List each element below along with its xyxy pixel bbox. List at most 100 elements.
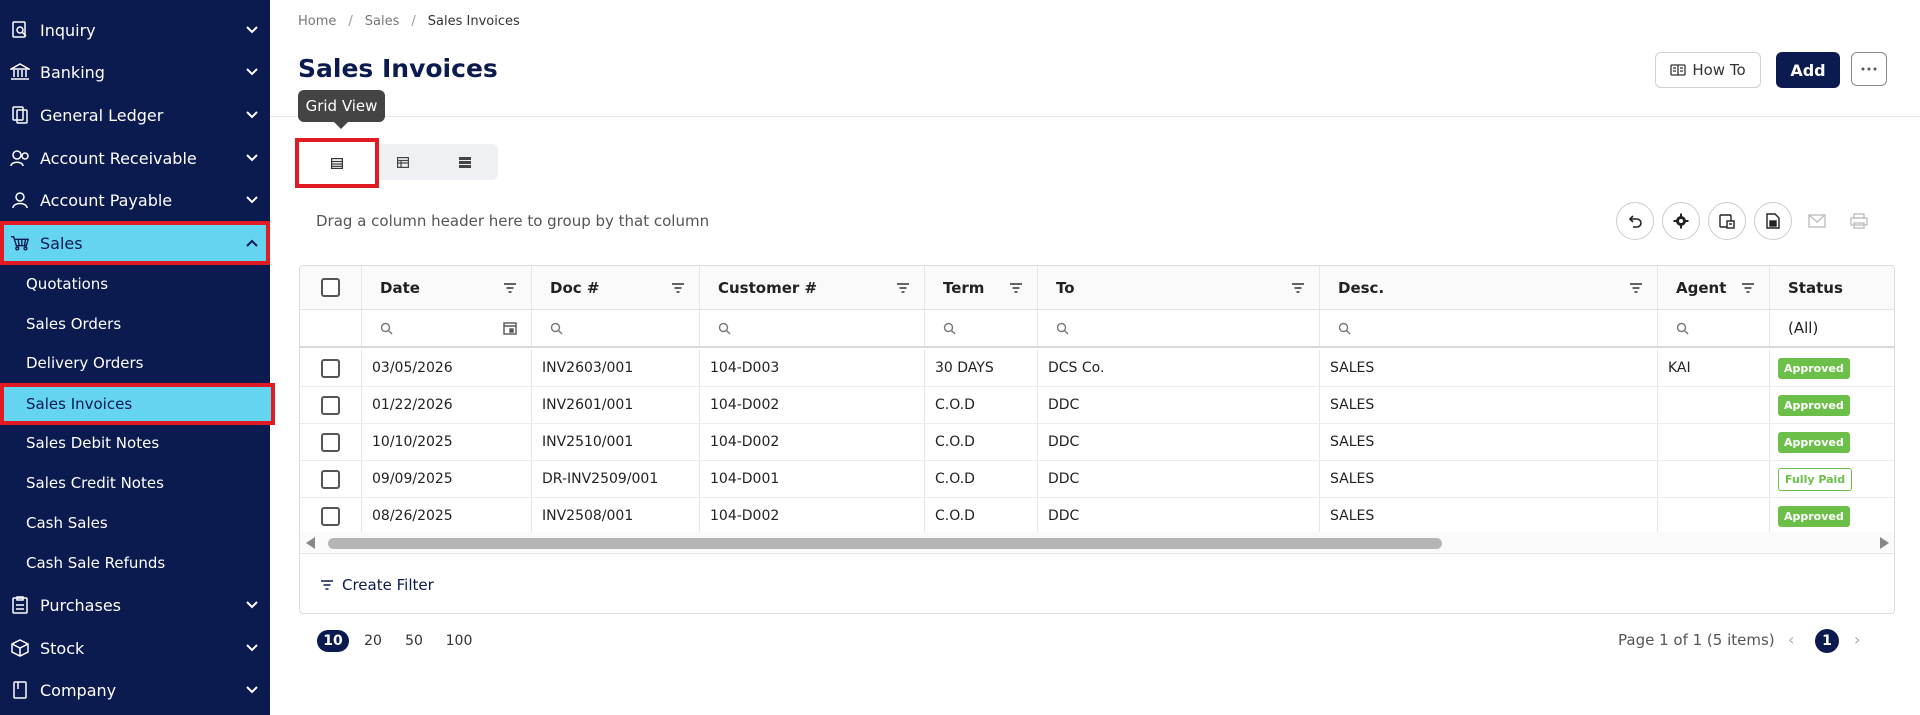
sidebar-item-inquiry[interactable]: Inquiry [0, 10, 270, 50]
column-header-date[interactable]: Date [362, 266, 532, 309]
sidebar-subitem-cash-sales[interactable]: Cash Sales [0, 505, 270, 541]
filter-icon[interactable] [671, 282, 685, 293]
table-row[interactable]: 09/09/2025 DR-INV2509/001 104-D001 C.O.D… [300, 461, 1894, 498]
row-checkbox[interactable] [321, 432, 340, 452]
table-row[interactable]: 03/05/2026 INV2603/001 104-D003 30 DAYS … [300, 350, 1894, 387]
page-size-50[interactable]: 50 [403, 630, 425, 652]
next-page-button[interactable]: › [1854, 630, 1860, 649]
reset-layout-button[interactable] [1616, 202, 1654, 240]
sidebar-item-stock[interactable]: Stock [0, 628, 270, 668]
email-button[interactable] [1806, 210, 1828, 232]
sidebar-item-purchases[interactable]: Purchases [0, 585, 270, 625]
filter-cell-customer[interactable] [700, 310, 925, 346]
row-checkbox[interactable] [321, 506, 340, 526]
cell-doc-link[interactable]: INV2601/001 [532, 387, 700, 423]
scrollbar-thumb[interactable] [328, 538, 1442, 549]
cell-customer: 104-D003 [700, 350, 925, 386]
cart-icon [10, 233, 30, 253]
filter-cell-doc[interactable] [532, 310, 700, 346]
filter-cell-desc[interactable] [1320, 310, 1658, 346]
sidebar-subitem-sales-credit-notes[interactable]: Sales Credit Notes [0, 465, 270, 501]
add-button[interactable]: Add [1776, 52, 1840, 88]
cell-to: DDC [1038, 387, 1320, 423]
chevron-down-icon [242, 644, 262, 652]
column-header-doc[interactable]: Doc # [532, 266, 700, 309]
column-header-desc[interactable]: Desc. [1320, 266, 1658, 309]
cell-desc: SALES [1320, 498, 1658, 534]
cell-customer: 104-D001 [700, 461, 925, 497]
filter-icon[interactable] [1741, 282, 1755, 293]
calendar-icon[interactable] [503, 321, 517, 335]
page-number-1[interactable]: 1 [1815, 629, 1839, 653]
sidebar-item-sales[interactable]: Sales [0, 221, 270, 265]
prev-page-button[interactable]: ‹ [1788, 630, 1794, 649]
sidebar-item-company[interactable]: Company [0, 670, 270, 710]
breadcrumb-home[interactable]: Home [298, 14, 336, 29]
cell-status: Approved [1770, 498, 1894, 534]
sidebar-item-banking[interactable]: Banking [0, 52, 270, 92]
cell-to: DCS Co. [1038, 350, 1320, 386]
print-button[interactable] [1848, 210, 1870, 232]
page-size-20[interactable]: 20 [362, 630, 384, 652]
sidebar-item-account-payable[interactable]: Account Payable [0, 180, 270, 220]
export-pdf-button[interactable] [1754, 202, 1792, 240]
chevron-down-icon [242, 686, 262, 694]
table-row[interactable]: 08/26/2025 INV2508/001 104-D002 C.O.D DD… [300, 498, 1894, 535]
breadcrumb-sales[interactable]: Sales [365, 14, 400, 29]
column-header-status[interactable]: Status [1770, 266, 1894, 309]
sidebar-subitem-cash-sale-refunds[interactable]: Cash Sale Refunds [0, 545, 270, 581]
search-icon [943, 322, 956, 335]
filter-icon[interactable] [1009, 282, 1023, 293]
column-header-customer[interactable]: Customer # [700, 266, 925, 309]
column-header-term[interactable]: Term [925, 266, 1038, 309]
filter-cell-date[interactable] [362, 310, 532, 346]
scroll-left-arrow[interactable] [306, 537, 315, 549]
filter-cell-term[interactable] [925, 310, 1038, 346]
select-all-checkbox[interactable] [321, 278, 340, 297]
scroll-right-arrow[interactable] [1880, 537, 1889, 549]
sidebar-subitem-quotations[interactable]: Quotations [0, 266, 270, 302]
table-view-button[interactable] [372, 144, 434, 180]
column-header-agent[interactable]: Agent [1658, 266, 1770, 309]
grid-settings-button[interactable] [1662, 202, 1700, 240]
sidebar-item-general-ledger[interactable]: General Ledger [0, 95, 270, 135]
cell-date: 08/26/2025 [362, 498, 532, 534]
sidebar-subitem-delivery-orders[interactable]: Delivery Orders [0, 345, 270, 381]
cell-doc-link[interactable]: INV2510/001 [532, 424, 700, 460]
list-view-button[interactable] [434, 144, 496, 180]
cell-desc: SALES [1320, 350, 1658, 386]
column-header-label: To [1056, 278, 1075, 297]
sidebar-subitem-sales-orders[interactable]: Sales Orders [0, 306, 270, 342]
how-to-button[interactable]: How To [1655, 52, 1761, 88]
bank-icon [10, 62, 30, 82]
status-filter-select[interactable]: (All) [1770, 310, 1894, 346]
sidebar-subitem-sales-debit-notes[interactable]: Sales Debit Notes [0, 425, 270, 461]
row-checkbox[interactable] [321, 358, 340, 378]
grid-view-button[interactable] [295, 138, 379, 188]
filter-cell-to[interactable] [1038, 310, 1320, 346]
horizontal-scrollbar[interactable] [300, 532, 1894, 552]
cell-desc: SALES [1320, 461, 1658, 497]
create-filter-button[interactable]: Create Filter [300, 553, 1894, 613]
file-export-icon [1766, 213, 1780, 229]
filter-icon[interactable] [1629, 282, 1643, 293]
filter-icon[interactable] [1291, 282, 1305, 293]
cell-doc-link[interactable]: INV2603/001 [532, 350, 700, 386]
filter-icon[interactable] [503, 282, 517, 293]
table-row[interactable]: 01/22/2026 INV2601/001 104-D002 C.O.D DD… [300, 387, 1894, 424]
cell-doc-link[interactable]: INV2508/001 [532, 498, 700, 534]
table-row[interactable]: 10/10/2025 INV2510/001 104-D002 C.O.D DD… [300, 424, 1894, 461]
row-checkbox[interactable] [321, 395, 340, 415]
filter-icon[interactable] [896, 282, 910, 293]
page-size-10[interactable]: 10 [317, 630, 349, 652]
page-size-100[interactable]: 100 [444, 630, 474, 652]
cell-doc-link[interactable]: DR-INV2509/001 [532, 461, 700, 497]
sidebar-item-account-receivable[interactable]: Account Receivable [0, 138, 270, 178]
column-header-to[interactable]: To [1038, 266, 1320, 309]
export-button[interactable] [1708, 202, 1746, 240]
row-checkbox[interactable] [321, 469, 340, 489]
filter-cell-agent[interactable] [1658, 310, 1770, 346]
sidebar-subitem-sales-invoices[interactable]: Sales Invoices [0, 383, 275, 425]
more-options-button[interactable] [1851, 52, 1887, 86]
cell-term: C.O.D [925, 461, 1038, 497]
